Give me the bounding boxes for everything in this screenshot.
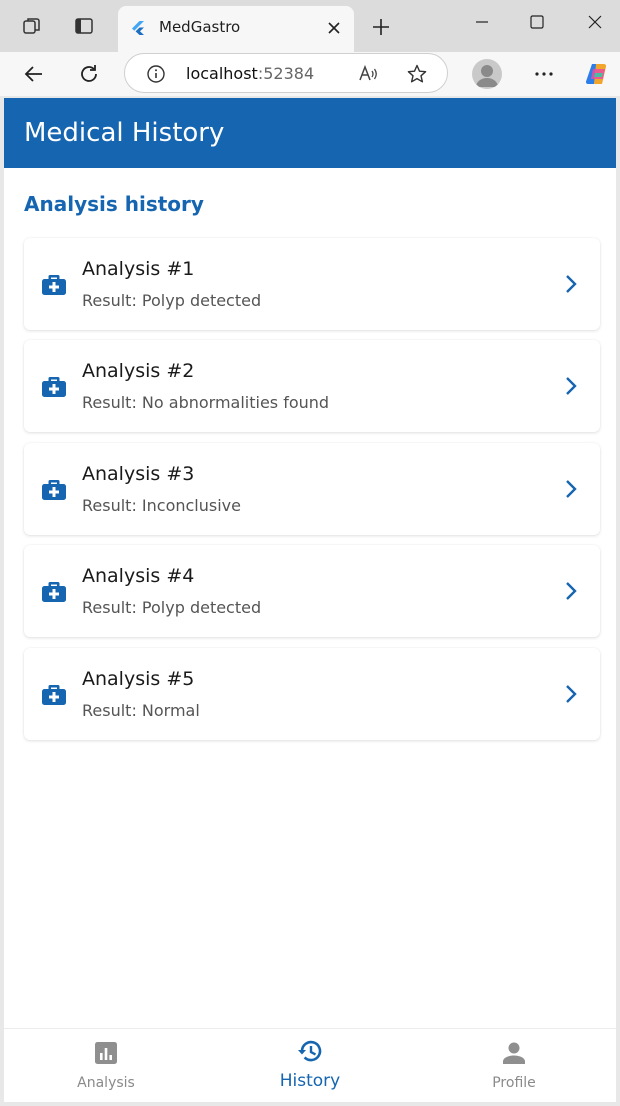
url-text: localhost:52384 (186, 64, 314, 83)
browser-address-bar: localhost:52384 (0, 52, 620, 96)
analysis-card-5[interactable]: Analysis #5 Result: Normal (24, 648, 600, 740)
reload-icon[interactable] (75, 60, 103, 88)
medical-kit-icon (42, 480, 66, 500)
analysis-title: Analysis #1 (82, 258, 195, 280)
copilot-icon[interactable] (583, 60, 611, 88)
close-window-icon[interactable] (583, 10, 607, 34)
nav-item-profile[interactable]: Profile (412, 1029, 616, 1102)
analysis-title: Analysis #2 (82, 360, 195, 382)
chevron-right-icon (566, 480, 577, 498)
bar-chart-icon (95, 1042, 117, 1064)
chevron-right-icon (566, 685, 577, 703)
favorite-star-icon[interactable] (406, 63, 428, 85)
analysis-card-1[interactable]: Analysis #1 Result: Polyp detected (24, 238, 600, 330)
close-tab-icon[interactable] (324, 18, 344, 38)
chevron-right-icon (566, 582, 577, 600)
medical-kit-icon (42, 582, 66, 602)
url-port: :52384 (257, 64, 315, 83)
medical-kit-icon (42, 275, 66, 295)
nav-item-history[interactable]: History (208, 1029, 412, 1102)
analysis-result: Result: No abnormalities found (82, 393, 330, 412)
analysis-card-2[interactable]: Analysis #2 Result: No abnormalities fou… (24, 340, 600, 432)
site-info-icon[interactable] (145, 63, 167, 85)
url-host: localhost (186, 64, 258, 83)
analysis-title: Analysis #4 (82, 565, 195, 587)
analysis-card-4[interactable]: Analysis #4 Result: Polyp detected (24, 545, 600, 637)
section-title: Analysis history (24, 192, 204, 216)
url-bar[interactable]: localhost:52384 (124, 53, 448, 93)
browser-tab-bar: MedGastro (0, 0, 620, 52)
analysis-card-3[interactable]: Analysis #3 Result: Inconclusive (24, 443, 600, 535)
analysis-result: Result: Polyp detected (82, 598, 262, 617)
tab-actions-icon[interactable] (72, 14, 96, 38)
read-aloud-icon[interactable] (357, 63, 379, 85)
app-viewport: Medical History Analysis history Analysi… (4, 98, 616, 1102)
nav-label-analysis: Analysis (77, 1075, 135, 1091)
more-menu-icon[interactable] (530, 60, 558, 88)
maximize-icon[interactable] (525, 10, 549, 34)
workspaces-icon[interactable] (20, 14, 44, 38)
chevron-right-icon (566, 275, 577, 293)
nav-item-analysis[interactable]: Analysis (4, 1029, 208, 1102)
analysis-result: Result: Polyp detected (82, 291, 262, 310)
chevron-right-icon (566, 377, 577, 395)
nav-label-profile: Profile (492, 1075, 536, 1091)
analysis-title: Analysis #3 (82, 463, 195, 485)
bottom-navigation: Analysis History Profile (4, 1028, 616, 1102)
page-title: Medical History (24, 118, 225, 148)
back-icon[interactable] (20, 60, 48, 88)
person-icon (503, 1042, 525, 1064)
medical-kit-icon (42, 685, 66, 705)
new-tab-icon[interactable] (368, 14, 394, 40)
analysis-title: Analysis #5 (82, 668, 195, 690)
tab-title: MedGastro (159, 18, 241, 36)
minimize-icon[interactable] (470, 10, 494, 34)
nav-label-history: History (279, 1071, 341, 1091)
browser-tab[interactable]: MedGastro (118, 6, 354, 52)
app-bar: Medical History (4, 98, 616, 168)
profile-avatar[interactable] (472, 59, 502, 89)
history-icon (298, 1040, 322, 1062)
analysis-result: Result: Inconclusive (82, 496, 241, 515)
analysis-result: Result: Normal (82, 701, 200, 720)
medical-kit-icon (42, 377, 66, 397)
flutter-favicon (130, 20, 146, 36)
